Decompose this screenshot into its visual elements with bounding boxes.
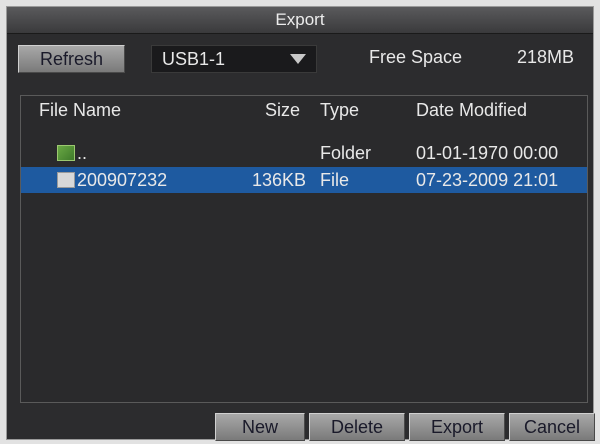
free-space-value: 218MB <box>517 47 575 67</box>
file-date-cell: 01-01-1970 00:00 <box>416 143 559 163</box>
file-name-cell: .. <box>77 143 88 163</box>
device-select-value: USB1-1 <box>162 49 226 69</box>
file-list[interactable]: File Name Size Type Date Modified .. Fol… <box>20 95 588 403</box>
dialog-title: Export <box>7 7 593 34</box>
file-size-cell: 136KB <box>252 170 307 190</box>
file-icon <box>57 172 75 188</box>
table-row-selected[interactable]: 200907232 136KB File 07-23-2009 21:01 <box>21 167 587 193</box>
file-name-cell: 200907232 <box>77 170 168 190</box>
column-header-type[interactable]: Type <box>320 96 359 124</box>
free-space-label: Free Space <box>369 47 463 67</box>
export-dialog: Export Refresh USB1-1 Free Space 218MB F… <box>6 6 595 441</box>
refresh-button[interactable]: Refresh <box>18 45 125 73</box>
dropdown-arrow-icon[interactable] <box>290 54 306 64</box>
folder-icon <box>57 145 75 161</box>
device-select[interactable]: USB1-1 <box>151 45 317 73</box>
cancel-button[interactable]: Cancel <box>509 413 595 441</box>
new-button[interactable]: New <box>215 413 305 441</box>
table-row[interactable]: .. Folder 01-01-1970 00:00 <box>21 140 587 166</box>
file-list-header: File Name Size Type Date Modified <box>21 96 587 124</box>
column-header-date-modified[interactable]: Date Modified <box>416 96 527 124</box>
delete-button[interactable]: Delete <box>309 413 405 441</box>
file-type-cell: Folder <box>320 143 372 163</box>
column-header-size[interactable]: Size <box>265 96 300 124</box>
file-date-cell: 07-23-2009 21:01 <box>416 170 559 190</box>
column-header-file-name[interactable]: File Name <box>39 96 121 124</box>
export-button[interactable]: Export <box>409 413 505 441</box>
file-type-cell: File <box>320 170 350 190</box>
